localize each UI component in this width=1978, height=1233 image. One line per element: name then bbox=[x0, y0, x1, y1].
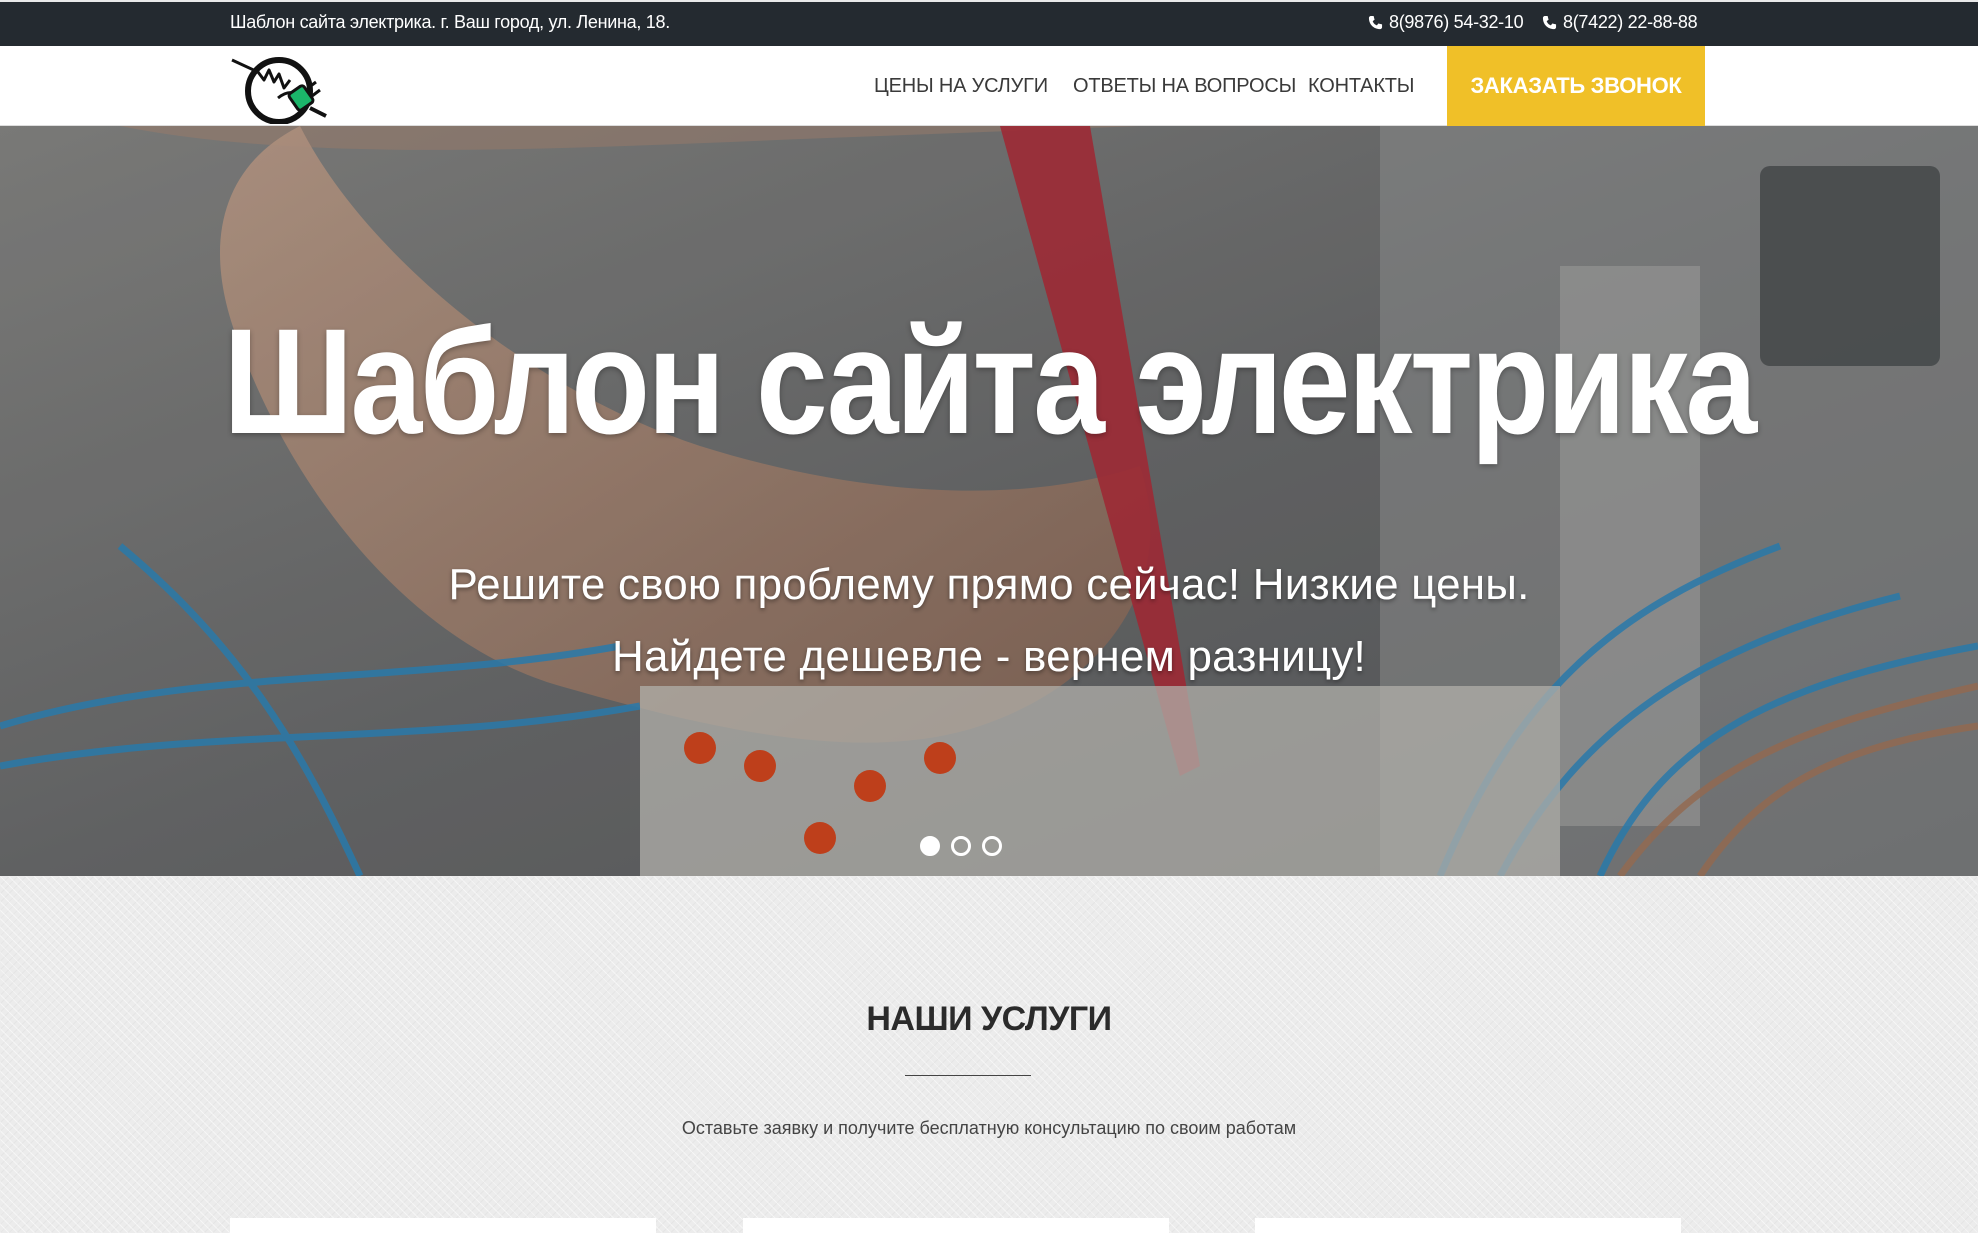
order-call-button[interactable]: ЗАКАЗАТЬ ЗВОНОК bbox=[1447, 46, 1705, 126]
hero-title: Шаблон сайта электрика bbox=[223, 297, 1757, 465]
nav-prices[interactable]: ЦЕНЫ НА УСЛУГИ bbox=[874, 75, 1048, 98]
service-card[interactable] bbox=[230, 1218, 656, 1233]
services-lead-text: Оставьте заявку и получите бесплатную ко… bbox=[681, 1118, 1297, 1138]
main-navbar: ЦЕНЫ НА УСЛУГИ ОТВЕТЫ НА ВОПРОСЫ КОНТАКТ… bbox=[0, 46, 1978, 126]
hero-slider: Шаблон сайта электрика Решите свою пробл… bbox=[0, 126, 1978, 876]
service-card[interactable] bbox=[1255, 1218, 1681, 1233]
hero-subtitle-line-1: Решите свою проблему прямо сейчас! Низки… bbox=[448, 560, 1530, 609]
hero-dim-overlay bbox=[0, 126, 1978, 876]
slider-pagination bbox=[920, 836, 1002, 856]
top-info-bar: Шаблон сайта электрика. г. Ваш город, ул… bbox=[0, 0, 1978, 46]
slider-dot-1[interactable] bbox=[920, 836, 940, 856]
phone-link-1[interactable]: 8(9876) 54-32-10 bbox=[1368, 12, 1524, 33]
slider-dot-3[interactable] bbox=[982, 836, 1002, 856]
slider-dot-2[interactable] bbox=[951, 836, 971, 856]
services-section: НАШИ УСЛУГИ Оставьте заявку и получите б… bbox=[0, 876, 1978, 1233]
phone-icon bbox=[1368, 15, 1383, 30]
electrician-logo[interactable] bbox=[228, 50, 334, 124]
nav-faq[interactable]: ОТВЕТЫ НА ВОПРОСЫ bbox=[1073, 75, 1296, 98]
services-heading: НАШИ УСЛУГИ bbox=[866, 1000, 1112, 1038]
nav-contacts[interactable]: КОНТАКТЫ bbox=[1308, 75, 1414, 98]
hero-subtitle-line-2: Найдете дешевле - вернем разницу! bbox=[612, 632, 1366, 681]
site-address: Шаблон сайта электрика. г. Ваш город, ул… bbox=[230, 12, 670, 32]
heading-divider bbox=[905, 1075, 1031, 1076]
phone-number-2: 8(7422) 22-88-88 bbox=[1563, 12, 1698, 32]
service-card[interactable] bbox=[743, 1218, 1169, 1233]
phone-link-2[interactable]: 8(7422) 22-88-88 bbox=[1542, 12, 1698, 33]
phone-number-1: 8(9876) 54-32-10 bbox=[1389, 12, 1524, 32]
phone-icon bbox=[1542, 15, 1557, 30]
